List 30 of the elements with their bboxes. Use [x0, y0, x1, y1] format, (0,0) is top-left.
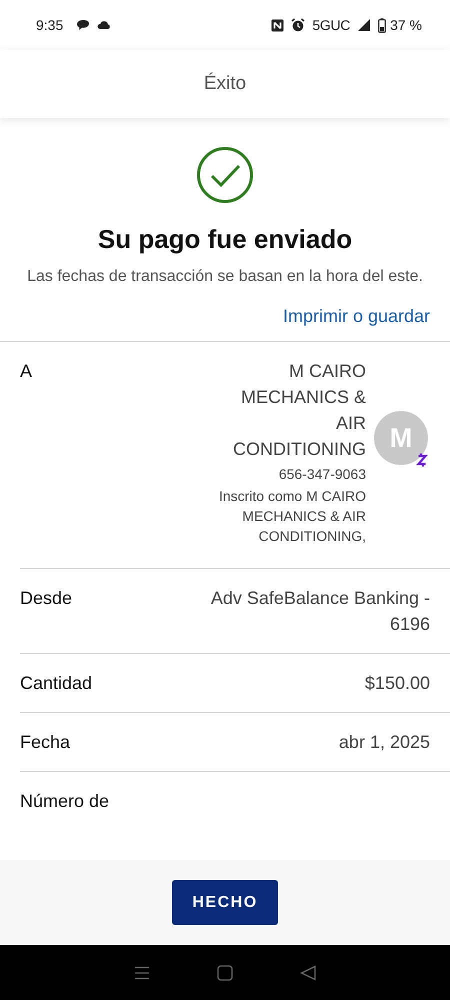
battery-percent: 37 %: [390, 17, 422, 33]
detail-label: Fecha: [20, 731, 70, 754]
zelle-badge-icon: [416, 453, 428, 467]
detail-label: Cantidad: [20, 672, 92, 695]
home-icon[interactable]: [216, 964, 233, 980]
menu-icon[interactable]: [134, 966, 150, 980]
detail-value: abr 1, 2025: [338, 731, 430, 754]
detail-label: Número de: [20, 790, 110, 813]
recipient-label: A: [20, 360, 32, 383]
back-icon[interactable]: [300, 964, 316, 980]
alarm-icon: [291, 18, 306, 32]
recipient-phone: 656-347-9063: [278, 465, 366, 484]
cloud-icon: [97, 20, 112, 30]
registered-name: Inscrito como M CAIRO MECHANICS & AIR CONDITIONING,: [218, 487, 366, 546]
confirmation-title: Su pago fue enviado: [98, 224, 352, 255]
signal-icon: [357, 18, 372, 32]
detail-label: Desde: [20, 587, 72, 610]
page-title: Éxito: [204, 73, 246, 95]
detail-value: Adv SafeBalance Banking - 6196: [210, 587, 430, 636]
nfc-icon: [271, 18, 284, 32]
status-time: 9:35: [36, 17, 64, 33]
print-link[interactable]: Imprimir o guardar: [282, 306, 430, 327]
recipient-name: M CAIRO MECHANICS & AIR CONDITIONING: [232, 360, 366, 461]
network-type: 5GUC: [312, 17, 350, 33]
chat-bubble-icon: [76, 19, 90, 31]
detail-value: $150.00: [364, 672, 430, 695]
battery-icon: [378, 18, 386, 32]
check-circle-icon: [196, 146, 254, 204]
done-button[interactable]: HECHO: [172, 880, 278, 925]
confirmation-note: Las fechas de transacción se basan en la hora del este.: [26, 267, 424, 287]
